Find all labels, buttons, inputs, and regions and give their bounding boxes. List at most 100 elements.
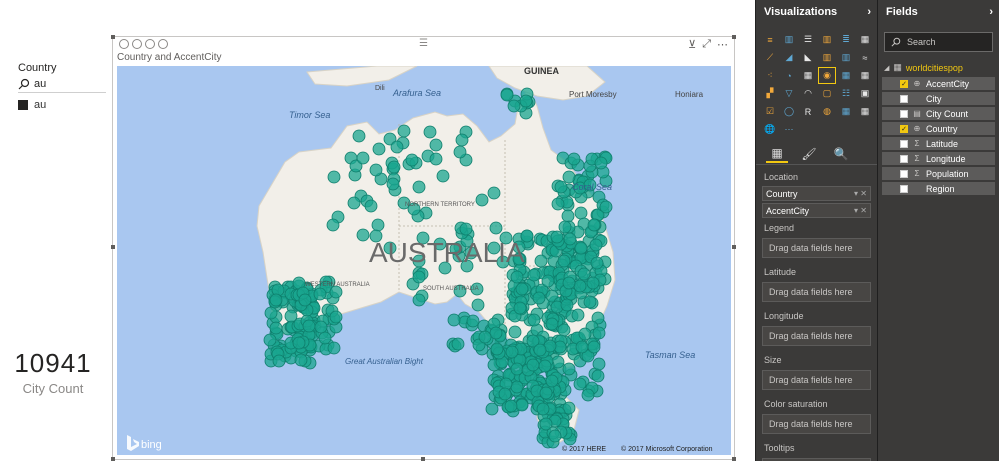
field-item-accentcity[interactable]: ✓ ⊕ AccentCity — [882, 77, 995, 90]
multirow-card-icon[interactable]: ☷ — [838, 86, 854, 101]
clustered-column-icon[interactable]: ▥ — [819, 32, 835, 47]
clustered-bar-icon[interactable]: ☰ — [800, 32, 816, 47]
100-stacked-bar-icon[interactable]: ≣ — [838, 32, 854, 47]
map-visual[interactable]: ☰ ⊻ ⤢ ⋯ Country and AccentCity GUINEA Po… — [111, 35, 736, 461]
field-item-city[interactable]: City — [882, 92, 995, 105]
city-bubble — [451, 337, 465, 351]
drill-up-icon[interactable] — [119, 39, 129, 49]
well-dropzone[interactable]: Drag data fields here — [762, 238, 871, 258]
stacked-bar-icon[interactable]: ≡ — [762, 32, 778, 47]
checkbox-checked-icon[interactable]: ✓ — [900, 124, 908, 133]
resize-handle[interactable] — [732, 35, 736, 39]
r-visual-icon[interactable]: R — [800, 104, 816, 119]
map-canvas[interactable]: GUINEA Port Moresby Honiara Dili Arafura… — [117, 66, 731, 455]
collapse-chevron-icon[interactable]: › — [867, 6, 871, 18]
line-stacked-column-icon[interactable]: ▥ — [838, 50, 854, 65]
city-count-card[interactable]: 10941 City Count — [10, 348, 96, 396]
pie-icon[interactable]: ◔ — [781, 68, 797, 83]
well-dropzone[interactable]: Drag data fields here — [762, 282, 871, 302]
area-chart-icon[interactable]: ◢ — [781, 50, 797, 65]
table-icon[interactable]: ▦ — [838, 68, 854, 83]
field-item-region[interactable]: Region — [882, 182, 995, 195]
slicer-item-label: au — [34, 99, 47, 111]
more-options-icon[interactable]: ⋯ — [717, 38, 728, 51]
field-label: Population — [926, 168, 969, 179]
drag-grip-icon[interactable]: ☰ — [419, 38, 428, 49]
line-column-icon[interactable]: ▥ — [819, 50, 835, 65]
remove-field-icon[interactable]: ▾ ✕ — [854, 189, 867, 198]
grid-icon[interactable]: ▦ — [838, 104, 854, 119]
grid2-icon[interactable]: ▦ — [857, 104, 873, 119]
stacked-column-icon[interactable]: ▥ — [781, 32, 797, 47]
field-item-longitude[interactable]: Σ Longitude — [882, 152, 995, 165]
map-icon[interactable]: ◉ — [818, 67, 836, 84]
city-bubble — [292, 336, 306, 350]
country-slicer[interactable]: Country au au — [18, 62, 106, 111]
checkbox-icon[interactable] — [900, 94, 908, 103]
well-dropzone[interactable]: Drag data fields here — [762, 326, 871, 346]
well-dropzone[interactable]: Drag data fields here — [762, 370, 871, 390]
checkbox-icon[interactable] — [900, 184, 908, 193]
card-icon[interactable]: ▢ — [819, 86, 835, 101]
city-bubble — [298, 293, 312, 307]
tab-format-icon[interactable]: 🖌 — [798, 145, 820, 163]
donut-icon[interactable]: ◯ — [781, 104, 797, 119]
filled-map-icon[interactable]: ▞ — [762, 86, 778, 101]
collapse-chevron-icon[interactable]: › — [989, 6, 993, 18]
globe-icon[interactable]: ◍ — [819, 104, 835, 119]
globe2-icon[interactable]: 🌐 — [762, 122, 778, 137]
well-dropzone[interactable]: Drag data fields here — [762, 414, 871, 434]
field-item-city-count[interactable]: ▤ City Count — [882, 107, 995, 120]
resize-handle[interactable] — [111, 457, 115, 461]
tab-fields-icon[interactable]: ▦ — [766, 145, 788, 163]
gauge-icon[interactable]: ◠ — [800, 86, 816, 101]
treemap-icon[interactable]: ▦ — [800, 68, 816, 83]
slicer-icon[interactable]: ☑ — [762, 104, 778, 119]
slicer-item-au[interactable]: au — [18, 99, 106, 111]
city-bubble — [269, 293, 283, 307]
checkbox-checked-icon[interactable] — [18, 100, 28, 110]
matrix-icon[interactable]: ▦ — [857, 68, 873, 83]
next-level-icon[interactable] — [145, 39, 155, 49]
location-field-accentcity[interactable]: AccentCity ▾ ✕ — [762, 203, 871, 218]
resize-handle[interactable] — [732, 245, 736, 249]
checkbox-checked-icon[interactable]: ✓ — [900, 79, 908, 88]
map-label-honiara: Honiara — [675, 90, 704, 99]
field-item-population[interactable]: Σ Population — [882, 167, 995, 180]
city-bubble — [577, 267, 591, 281]
city-bubble — [386, 177, 400, 191]
ribbon-chart-icon[interactable]: ≈ — [857, 50, 873, 65]
expand-triangle-icon[interactable]: ◢ — [884, 64, 889, 72]
scatter-icon[interactable]: ⁖ — [762, 68, 778, 83]
more-icon[interactable]: ⋯ — [781, 122, 797, 137]
resize-handle[interactable] — [732, 457, 736, 461]
resize-handle[interactable] — [111, 35, 115, 39]
stacked-area-icon[interactable]: ◣ — [800, 50, 816, 65]
remove-field-icon[interactable]: ▾ ✕ — [854, 206, 867, 215]
location-field-country[interactable]: Country ▾ ✕ — [762, 186, 871, 201]
field-pill-label: AccentCity — [766, 205, 810, 216]
resize-handle[interactable] — [111, 245, 115, 249]
funnel-icon[interactable]: ▽ — [781, 86, 797, 101]
checkbox-icon[interactable] — [900, 154, 908, 163]
fields-search-input[interactable]: Search — [884, 32, 993, 52]
checkbox-icon[interactable] — [900, 109, 908, 118]
resize-handle[interactable] — [421, 457, 425, 461]
checkbox-icon[interactable] — [900, 139, 908, 148]
tab-analytics-icon[interactable]: 🔍 — [830, 145, 852, 163]
field-item-latitude[interactable]: Σ Latitude — [882, 137, 995, 150]
slicer-search-input[interactable]: au — [18, 78, 106, 93]
focus-mode-icon[interactable]: ⤢ — [702, 38, 711, 51]
expand-all-icon[interactable] — [158, 39, 168, 49]
city-bubble — [526, 358, 540, 372]
field-item-country[interactable]: ✓ ⊕ Country — [882, 122, 995, 135]
city-bubble — [263, 333, 277, 347]
checkbox-icon[interactable] — [900, 169, 908, 178]
table-worldcitiespop[interactable]: ◢ ▦ worldcitiespop — [878, 60, 999, 75]
city-bubble — [272, 354, 286, 368]
drill-mode-icon[interactable] — [132, 39, 142, 49]
download-icon[interactable]: ⊻ — [688, 38, 696, 51]
line-chart-icon[interactable]: ⟋ — [762, 50, 778, 65]
kpi-icon[interactable]: ▣ — [857, 86, 873, 101]
100-stacked-column-icon[interactable]: ▦ — [857, 32, 873, 47]
